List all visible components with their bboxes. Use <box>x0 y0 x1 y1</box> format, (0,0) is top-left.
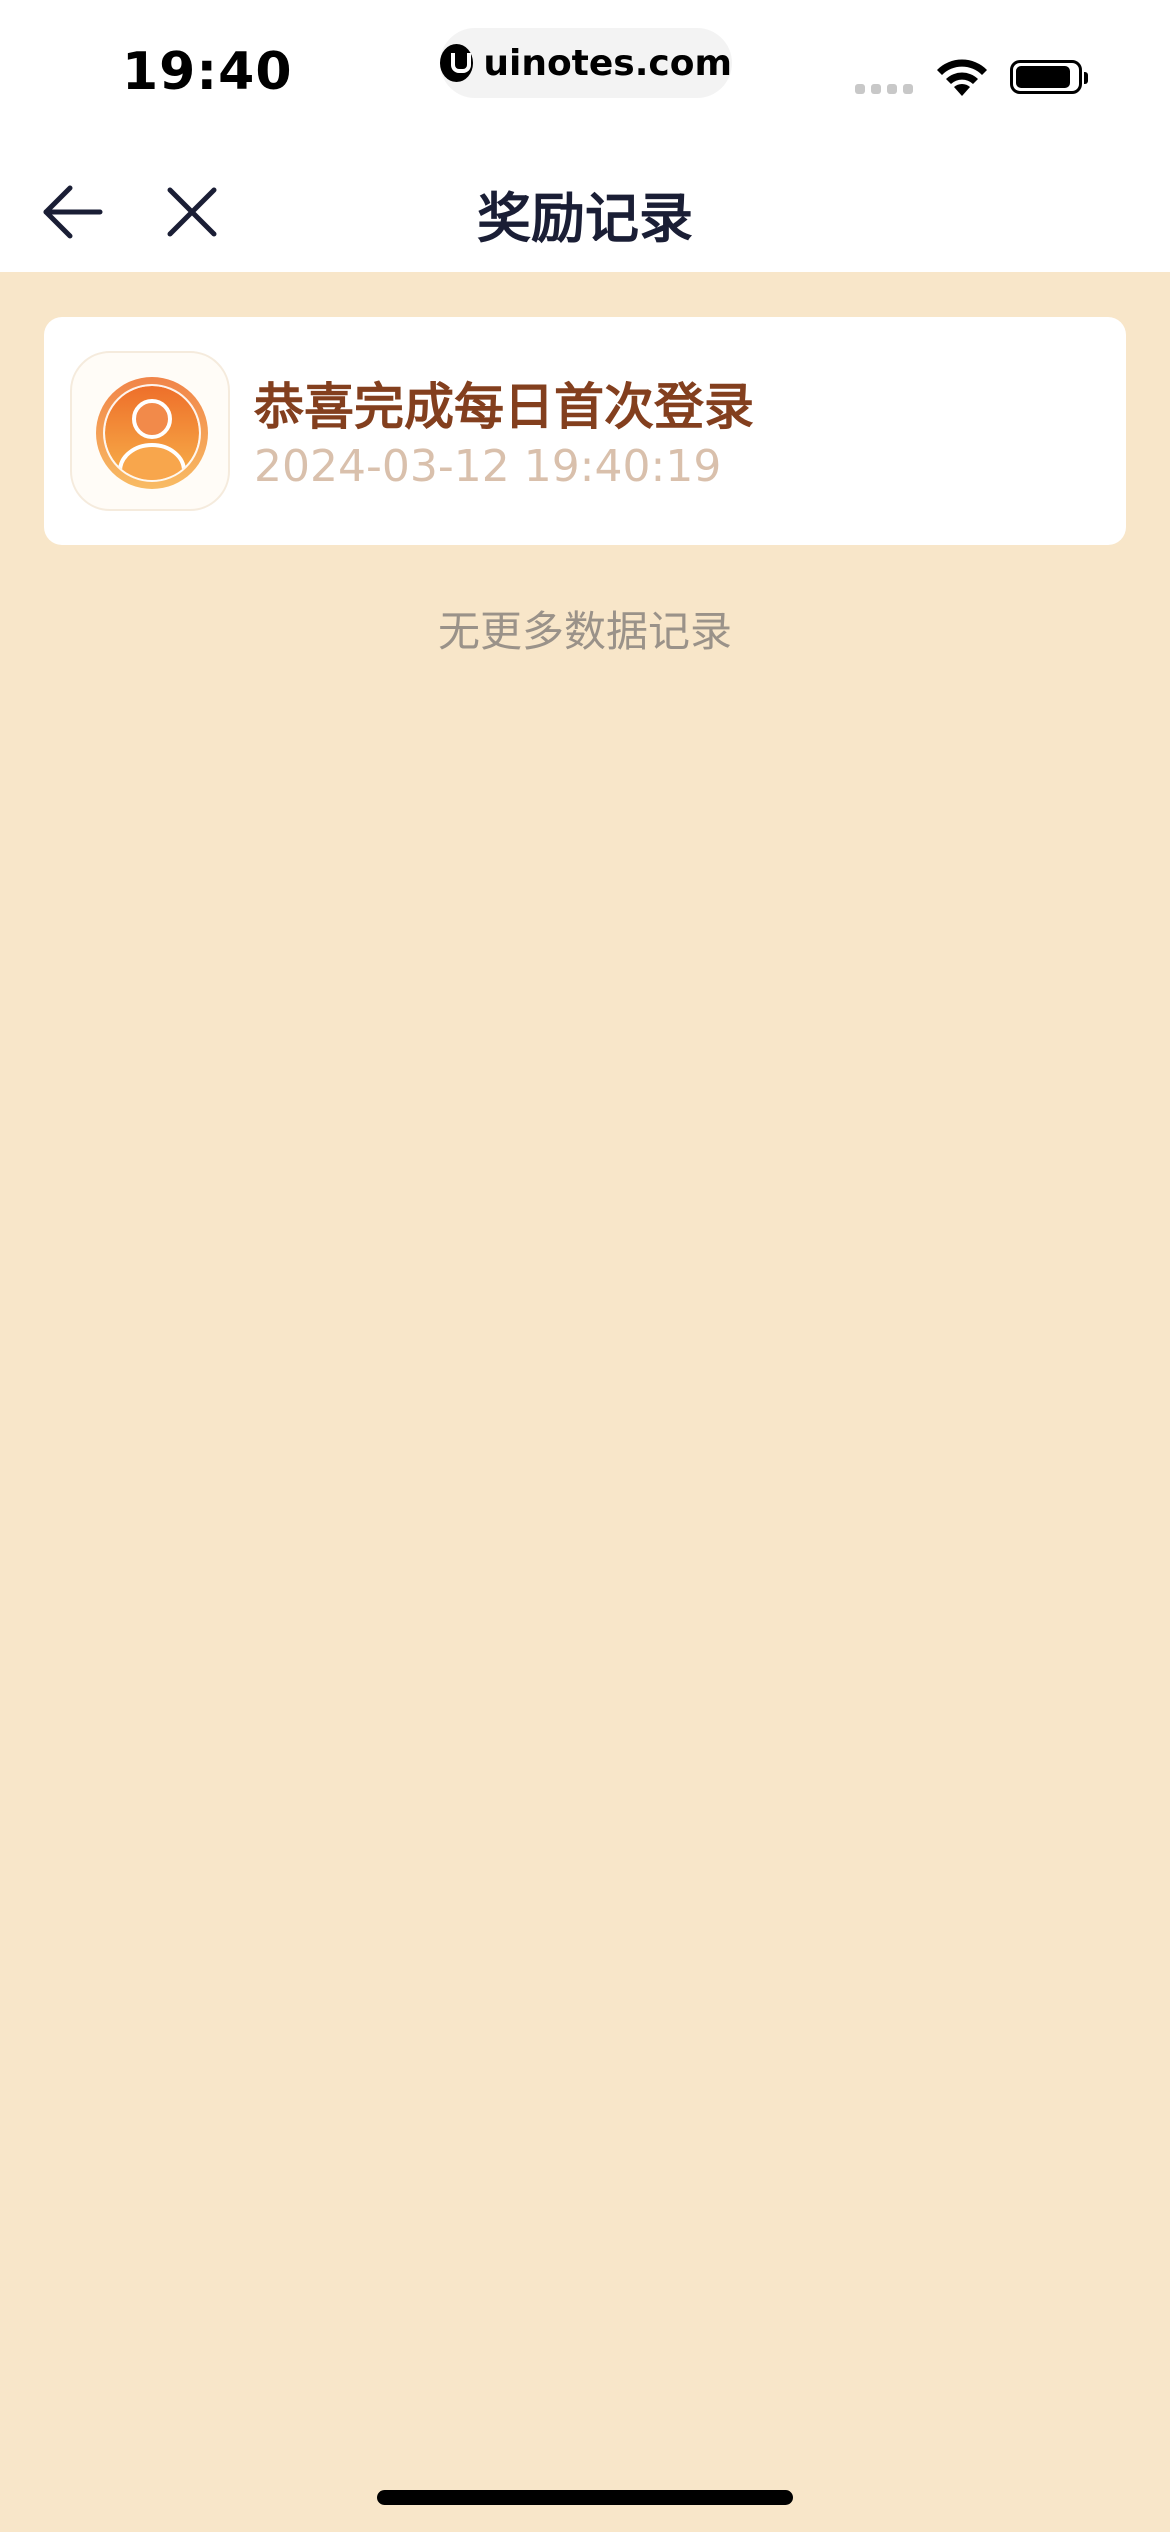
avatar <box>70 351 230 511</box>
url-text: uinotes.com <box>483 42 732 84</box>
nav-bar: 奖励记录 <box>0 150 1170 272</box>
wifi-icon <box>937 59 987 96</box>
home-indicator[interactable] <box>377 2490 793 2505</box>
page-title: 奖励记录 <box>477 187 693 250</box>
user-avatar-icon <box>96 377 208 489</box>
url-pill[interactable]: uinotes.com <box>440 28 732 98</box>
status-time: 19:40 <box>122 42 293 102</box>
record-time: 2024-03-12 19:40:19 <box>254 441 722 492</box>
list-item[interactable]: 恭喜完成每日首次登录 2024-03-12 19:40:19 <box>44 317 1126 545</box>
site-logo-icon <box>440 44 474 82</box>
battery-icon <box>1010 60 1088 94</box>
status-bar: 19:40 uinotes.com <box>0 0 1170 150</box>
record-title: 恭喜完成每日首次登录 <box>254 378 754 436</box>
no-more-data-text: 无更多数据记录 <box>437 607 732 656</box>
cellular-signal-icon <box>855 84 913 94</box>
